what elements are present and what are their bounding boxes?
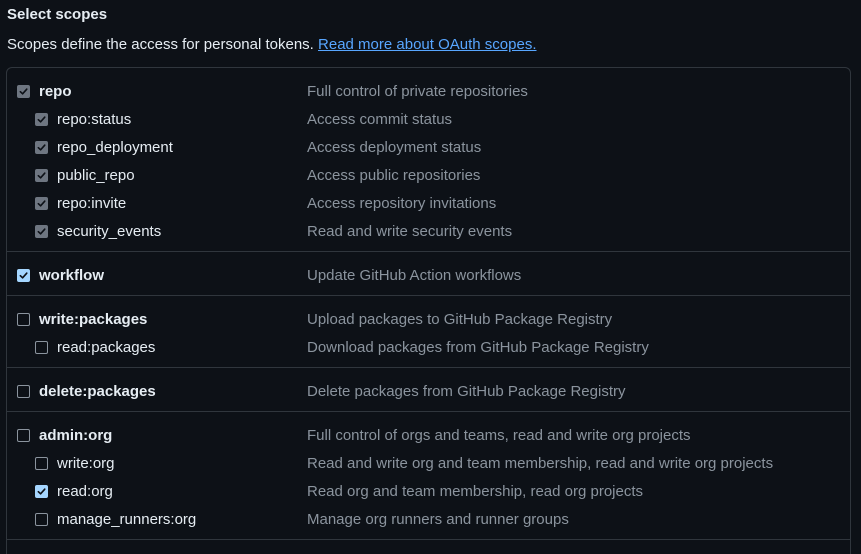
scope-description: Update GitHub Action workflows bbox=[307, 267, 522, 284]
scope-row-read-org: read:org Read org and team membership, re… bbox=[7, 478, 850, 506]
oauth-scopes-link[interactable]: Read more about OAuth scopes. bbox=[318, 36, 536, 53]
scope-description: Read and write org and team membership, … bbox=[307, 455, 774, 472]
scope-name[interactable]: write:packages bbox=[39, 306, 147, 334]
check-mark-icon bbox=[19, 88, 28, 95]
scope-checkbox bbox=[35, 169, 48, 182]
check-mark-icon bbox=[37, 488, 46, 495]
scope-description: Manage org runners and runner groups bbox=[307, 511, 569, 528]
scope-checkbox[interactable] bbox=[35, 485, 48, 498]
scope-description: Read org and team membership, read org p… bbox=[307, 483, 644, 500]
scope-name[interactable]: security_events bbox=[57, 218, 161, 246]
scope-row-workflow: workflow Update GitHub Action workflows bbox=[7, 262, 850, 290]
scope-row-delete-packages: delete:packages Delete packages from GitH… bbox=[7, 378, 850, 406]
scope-group: admin:org Full control of orgs and teams,… bbox=[7, 412, 850, 540]
scope-row-write-packages: write:packages Upload packages to GitHub … bbox=[7, 306, 850, 334]
scope-row-repo-status: repo:status Access commit status bbox=[7, 106, 850, 134]
scope-checkbox bbox=[17, 85, 30, 98]
scope-row-admin-org: admin:org Full control of orgs and teams,… bbox=[7, 422, 850, 450]
select-scopes-page: Select scopes Scopes define the access f… bbox=[0, 0, 861, 554]
scope-name[interactable]: delete:packages bbox=[39, 378, 156, 406]
scope-checkbox bbox=[35, 225, 48, 238]
section-title: Select scopes bbox=[7, 6, 108, 23]
scope-description: Access repository invitations bbox=[307, 195, 497, 212]
scope-group: delete:packages Delete packages from GitH… bbox=[7, 368, 850, 412]
section-description-line: Scopes define the access for personal to… bbox=[7, 36, 537, 53]
scope-name[interactable]: public_repo bbox=[57, 162, 135, 190]
scope-description: Access deployment status bbox=[307, 139, 482, 156]
scope-checkbox bbox=[35, 197, 48, 210]
scope-row-repo: repo Full control of private repositories bbox=[7, 78, 850, 106]
scope-group: repo Full control of private repositories… bbox=[7, 68, 850, 252]
scope-name[interactable]: repo:invite bbox=[57, 190, 126, 218]
scope-row-repo-deployment: repo_deployment Access deployment status bbox=[7, 134, 850, 162]
scope-name[interactable]: repo_deployment bbox=[57, 134, 173, 162]
scope-name[interactable]: workflow bbox=[39, 262, 104, 290]
scope-description: Download packages from GitHub Package Re… bbox=[307, 339, 649, 356]
scope-group: workflow Update GitHub Action workflows bbox=[7, 252, 850, 296]
scope-description: Access public repositories bbox=[307, 167, 481, 184]
scope-description: Full control of private repositories bbox=[307, 83, 528, 100]
check-mark-icon bbox=[37, 172, 46, 179]
scope-checkbox[interactable] bbox=[17, 269, 30, 282]
scope-checkbox[interactable] bbox=[35, 513, 48, 526]
check-mark-icon bbox=[37, 116, 46, 123]
scope-name[interactable]: read:packages bbox=[57, 334, 155, 362]
scope-name[interactable]: admin:org bbox=[39, 422, 112, 450]
scope-description: Delete packages from GitHub Package Regi… bbox=[307, 383, 626, 400]
scope-row-write-org: write:org Read and write org and team mem… bbox=[7, 450, 850, 478]
scope-name[interactable]: repo:status bbox=[57, 106, 131, 134]
scope-row-read-packages: read:packages Download packages from GitH… bbox=[7, 334, 850, 362]
scope-description: Full control of orgs and teams, read and… bbox=[307, 427, 691, 444]
scopes-list: repo Full control of private repositories… bbox=[6, 67, 851, 554]
scope-row-repo-invite: repo:invite Access repository invitations bbox=[7, 190, 850, 218]
scope-checkbox[interactable] bbox=[17, 385, 30, 398]
scope-checkbox bbox=[35, 141, 48, 154]
check-mark-icon bbox=[19, 272, 28, 279]
scope-description: Access commit status bbox=[307, 111, 453, 128]
scope-name[interactable]: write:org bbox=[57, 450, 115, 478]
check-mark-icon bbox=[37, 228, 46, 235]
check-mark-icon bbox=[37, 144, 46, 151]
scope-checkbox[interactable] bbox=[17, 429, 30, 442]
scope-description: Upload packages to GitHub Package Regist… bbox=[307, 311, 613, 328]
scope-description: Read and write security events bbox=[307, 223, 513, 240]
scope-row-manage-runners-org: manage_runners:org Manage org runners and… bbox=[7, 506, 850, 534]
scope-name[interactable]: manage_runners:org bbox=[57, 506, 196, 534]
scope-row-security-events: security_events Read and write security e… bbox=[7, 218, 850, 246]
scope-checkbox[interactable] bbox=[17, 313, 30, 326]
scope-name[interactable]: read:org bbox=[57, 478, 113, 506]
section-description: Scopes define the access for personal to… bbox=[7, 36, 314, 53]
scope-name[interactable]: repo bbox=[39, 78, 72, 106]
scope-checkbox[interactable] bbox=[35, 341, 48, 354]
scope-row-public-repo: public_repo Access public repositories bbox=[7, 162, 850, 190]
check-mark-icon bbox=[37, 200, 46, 207]
scope-group: write:packages Upload packages to GitHub … bbox=[7, 296, 850, 368]
scope-checkbox bbox=[35, 113, 48, 126]
scope-checkbox[interactable] bbox=[35, 457, 48, 470]
